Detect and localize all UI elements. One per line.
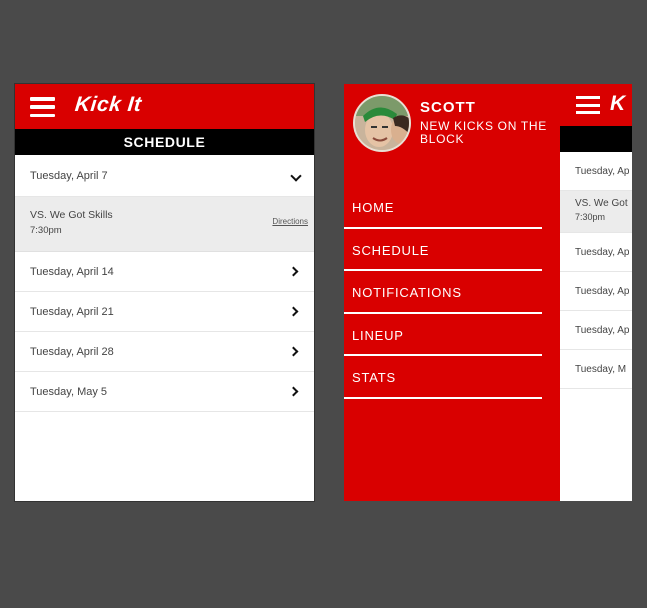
- schedule-date-label: Tuesday, April 28: [30, 346, 114, 358]
- directions-link[interactable]: Directions: [272, 217, 308, 226]
- menu-item-stats[interactable]: STATS: [344, 356, 542, 399]
- schedule-date-label: Tuesday, April 14: [30, 266, 114, 278]
- page-title: SCHEDULE: [15, 129, 314, 155]
- schedule-date-row[interactable]: Tuesday, Ap: [560, 152, 632, 191]
- schedule-date-row-expanded[interactable]: Tuesday, April 7: [15, 155, 314, 197]
- menu-item-notifications[interactable]: NOTIFICATIONS: [344, 271, 542, 314]
- schedule-date-label: Tuesday, May 5: [30, 386, 108, 398]
- game-detail-row: VS. We Got 7:30pm: [560, 191, 632, 233]
- game-time: 7:30pm: [30, 225, 62, 236]
- game-detail-row: VS. We Got Skills 7:30pm Directions: [15, 197, 314, 252]
- schedule-date-label: Tuesday, April 7: [30, 170, 108, 182]
- schedule-list-peek: Tuesday, Ap VS. We Got 7:30pm Tuesday, A…: [560, 152, 632, 389]
- app-logo-fragment: K: [610, 92, 626, 115]
- game-opponent: VS. We Got: [575, 198, 628, 209]
- menu-open-screen: K Tuesday, Ap VS. We Got 7:30pm Tuesday,…: [344, 84, 632, 501]
- menu-icon[interactable]: [30, 97, 55, 117]
- chevron-right-icon[interactable]: [288, 266, 299, 277]
- chevron-right-icon[interactable]: [288, 306, 299, 317]
- schedule-date-row[interactable]: Tuesday, M: [560, 350, 632, 389]
- app-logo: Kick It: [73, 93, 143, 116]
- avatar[interactable]: [353, 94, 411, 152]
- schedule-date-row[interactable]: Tuesday, Ap: [560, 311, 632, 350]
- schedule-date-row[interactable]: Tuesday, May 5: [15, 372, 314, 412]
- menu-item-schedule[interactable]: SCHEDULE: [344, 229, 542, 271]
- chevron-right-icon[interactable]: [288, 386, 299, 397]
- navigation-drawer: SCOTT NEW KICKS ON THE BLOCK HOME SCHEDU…: [344, 84, 560, 501]
- menu-item-lineup[interactable]: LINEUP: [344, 314, 542, 356]
- team-name: NEW KICKS ON THE BLOCK: [420, 119, 547, 146]
- schedule-date-row[interactable]: Tuesday, April 14: [15, 252, 314, 292]
- chevron-right-icon[interactable]: [288, 346, 299, 357]
- drawer-menu: HOME SCHEDULE NOTIFICATIONS LINEUP STATS: [344, 186, 542, 399]
- schedule-date-row[interactable]: Tuesday, April 21: [15, 292, 314, 332]
- schedule-date-row[interactable]: Tuesday, Ap: [560, 233, 632, 272]
- schedule-date-label: Tuesday, April 21: [30, 306, 114, 318]
- app-bar: Kick It: [15, 84, 314, 129]
- menu-icon[interactable]: [576, 96, 600, 114]
- schedule-screen: Kick It SCHEDULE Tuesday, April 7 VS. We…: [14, 83, 315, 502]
- game-time: 7:30pm: [575, 212, 606, 222]
- user-name: SCOTT: [420, 99, 476, 116]
- title-bar: [559, 126, 632, 152]
- chevron-down-icon[interactable]: [290, 170, 302, 182]
- schedule-list: Tuesday, April 7 VS. We Got Skills 7:30p…: [15, 155, 314, 412]
- schedule-date-row[interactable]: Tuesday, April 28: [15, 332, 314, 372]
- menu-item-home[interactable]: HOME: [344, 186, 542, 229]
- game-opponent: VS. We Got Skills: [30, 209, 113, 221]
- schedule-date-row[interactable]: Tuesday, Ap: [560, 272, 632, 311]
